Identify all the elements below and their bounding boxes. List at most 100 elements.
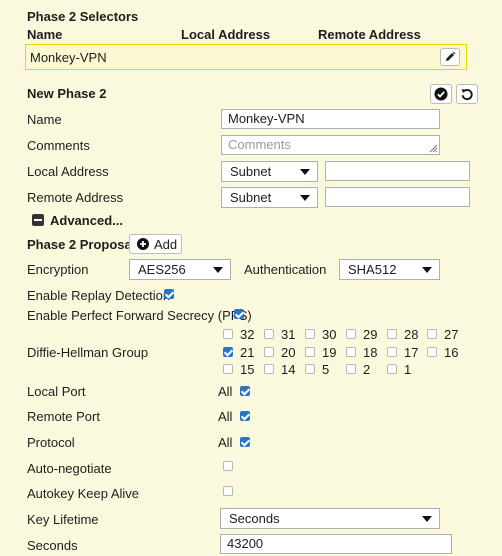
advanced-toggle[interactable]: Advanced...	[50, 213, 123, 228]
comments-label: Comments	[27, 138, 90, 153]
add-proposal-label: Add	[154, 237, 178, 252]
local-port-all-checkbox[interactable]	[240, 386, 250, 396]
dh-group-label-17: 17	[404, 345, 419, 360]
new-phase2-title: New Phase 2	[27, 86, 107, 101]
protocol-value: All	[218, 435, 233, 450]
proposal-label: Phase 2 Proposal	[27, 237, 136, 252]
undo-button[interactable]	[456, 84, 478, 104]
seconds-input[interactable]: 43200	[220, 534, 452, 554]
dh-group-label-27: 27	[444, 327, 459, 342]
chevron-down-icon	[300, 195, 310, 201]
dh-group-label-20: 20	[281, 345, 296, 360]
dh-group-label-28: 28	[404, 327, 419, 342]
encryption-value: AES256	[138, 262, 186, 277]
local-port-label: Local Port	[27, 384, 86, 399]
dh-group-label-29: 29	[363, 327, 378, 342]
dh-group-checkbox-18[interactable]	[346, 347, 356, 357]
selectors-title: Phase 2 Selectors	[27, 9, 139, 24]
chevron-down-icon	[422, 516, 432, 522]
resize-handle-icon[interactable]	[428, 143, 438, 153]
key-lifetime-select[interactable]: Seconds	[220, 508, 440, 529]
pfs-label: Enable Perfect Forward Secrecy (PFS)	[27, 308, 252, 323]
undo-icon	[461, 89, 473, 101]
dh-group-label-32: 32	[240, 327, 255, 342]
local-address-type-value: Subnet	[230, 164, 272, 179]
replay-detection-label: Enable Replay Detection	[27, 288, 171, 303]
key-lifetime-value: Seconds	[229, 511, 280, 526]
chevron-down-icon	[422, 267, 432, 273]
dh-group-label-16: 16	[444, 345, 459, 360]
dh-group-checkbox-32[interactable]	[223, 329, 233, 339]
dh-group-checkbox-31[interactable]	[264, 329, 274, 339]
remote-address-input[interactable]	[325, 187, 470, 207]
dh-group-checkbox-19[interactable]	[305, 347, 315, 357]
remote-port-all-checkbox[interactable]	[240, 411, 250, 421]
auto-negotiate-checkbox[interactable]	[223, 461, 233, 471]
local-address-input[interactable]	[325, 161, 470, 181]
remote-address-type-select[interactable]: Subnet	[221, 187, 318, 208]
selectors-header: Name Local Address Remote Address	[27, 27, 478, 43]
protocol-all-checkbox[interactable]	[240, 437, 250, 447]
col-remote-address: Remote Address	[318, 27, 421, 42]
dh-group-checkbox-1[interactable]	[387, 364, 397, 374]
dh-group-label: Diffie-Hellman Group	[27, 345, 149, 360]
dh-group-label-18: 18	[363, 345, 378, 360]
name-label: Name	[27, 112, 62, 127]
edit-selector-button[interactable]	[440, 48, 460, 66]
col-local-address: Local Address	[181, 27, 271, 42]
dh-group-checkbox-29[interactable]	[346, 329, 356, 339]
authentication-select[interactable]: SHA512	[339, 259, 440, 280]
chevron-down-icon	[213, 267, 223, 273]
chevron-down-icon	[300, 169, 310, 175]
remote-port-value: All	[218, 409, 233, 424]
dh-group-label-21: 21	[240, 345, 255, 360]
collapse-icon[interactable]	[32, 214, 44, 226]
dh-group-label-31: 31	[281, 327, 296, 342]
dh-group-label-14: 14	[281, 362, 296, 377]
dh-group-label-5: 5	[322, 362, 330, 377]
auto-negotiate-label: Auto-negotiate	[27, 461, 112, 476]
comments-textarea[interactable]: Comments	[221, 135, 440, 155]
authentication-value: SHA512	[348, 262, 397, 277]
pencil-icon	[446, 51, 456, 61]
local-address-label: Local Address	[27, 164, 109, 179]
dh-group-checkbox-30[interactable]	[305, 329, 315, 339]
dh-group-label-15: 15	[240, 362, 255, 377]
dh-group-label-1: 1	[404, 362, 412, 377]
confirm-button[interactable]	[430, 84, 452, 104]
encryption-label: Encryption	[27, 262, 89, 277]
remote-address-type-value: Subnet	[230, 190, 272, 205]
dh-group-checkbox-15[interactable]	[223, 364, 233, 374]
dh-group-checkbox-21[interactable]	[223, 347, 233, 357]
dh-group-checkbox-2[interactable]	[346, 364, 356, 374]
add-proposal-button[interactable]: Add	[129, 234, 182, 254]
check-circle-icon	[434, 87, 448, 101]
dh-group-checkbox-5[interactable]	[305, 364, 315, 374]
seconds-label: Seconds	[27, 538, 78, 553]
dh-group-checkbox-28[interactable]	[387, 329, 397, 339]
name-input[interactable]: Monkey-VPN	[221, 109, 440, 129]
dh-group-label-19: 19	[322, 345, 337, 360]
dh-group-label-2: 2	[363, 362, 371, 377]
protocol-label: Protocol	[27, 435, 75, 450]
plus-circle-icon	[137, 238, 149, 250]
dh-group-checkbox-16[interactable]	[427, 347, 437, 357]
dh-group-checkbox-14[interactable]	[264, 364, 274, 374]
dh-group-checkbox-27[interactable]	[427, 329, 437, 339]
replay-detection-checkbox[interactable]	[164, 289, 174, 299]
dh-group-checkbox-17[interactable]	[387, 347, 397, 357]
keep-alive-checkbox[interactable]	[223, 486, 233, 496]
keep-alive-label: Autokey Keep Alive	[27, 486, 140, 501]
dh-group-checkbox-20[interactable]	[264, 347, 274, 357]
key-lifetime-label: Key Lifetime	[27, 512, 99, 527]
pfs-checkbox[interactable]	[234, 309, 244, 319]
dh-group-label-30: 30	[322, 327, 337, 342]
selector-row-name: Monkey-VPN	[30, 50, 107, 65]
remote-port-label: Remote Port	[27, 409, 100, 424]
encryption-select[interactable]: AES256	[129, 259, 231, 280]
local-port-value: All	[218, 384, 233, 399]
col-name: Name	[27, 27, 63, 42]
selector-row[interactable]: Monkey-VPN	[25, 44, 467, 70]
remote-address-label: Remote Address	[27, 190, 124, 205]
local-address-type-select[interactable]: Subnet	[221, 161, 318, 182]
